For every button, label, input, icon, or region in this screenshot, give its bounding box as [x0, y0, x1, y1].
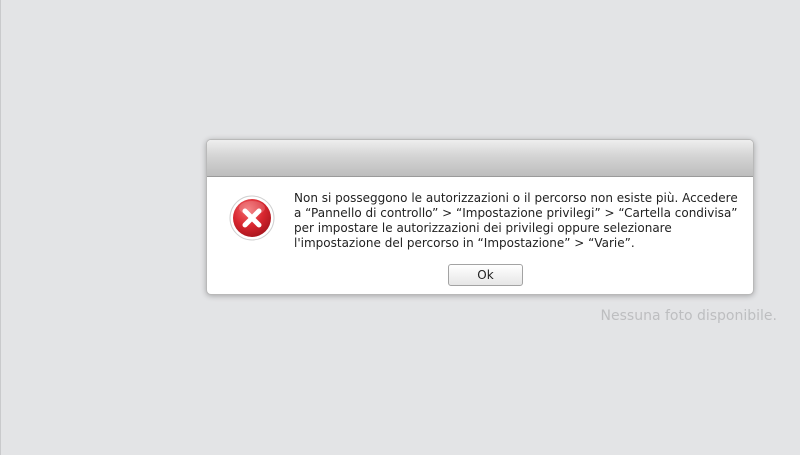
- ok-button[interactable]: Ok: [448, 264, 523, 286]
- dialog-titlebar[interactable]: [207, 140, 753, 177]
- error-icon: [229, 195, 275, 241]
- window-left-edge: [0, 0, 1, 455]
- error-dialog: Non si posseggono le autorizzazioni o il…: [206, 139, 754, 295]
- empty-state-message: Nessuna foto disponibile.: [600, 308, 777, 324]
- dialog-message: Non si posseggono le autorizzazioni o il…: [294, 191, 738, 250]
